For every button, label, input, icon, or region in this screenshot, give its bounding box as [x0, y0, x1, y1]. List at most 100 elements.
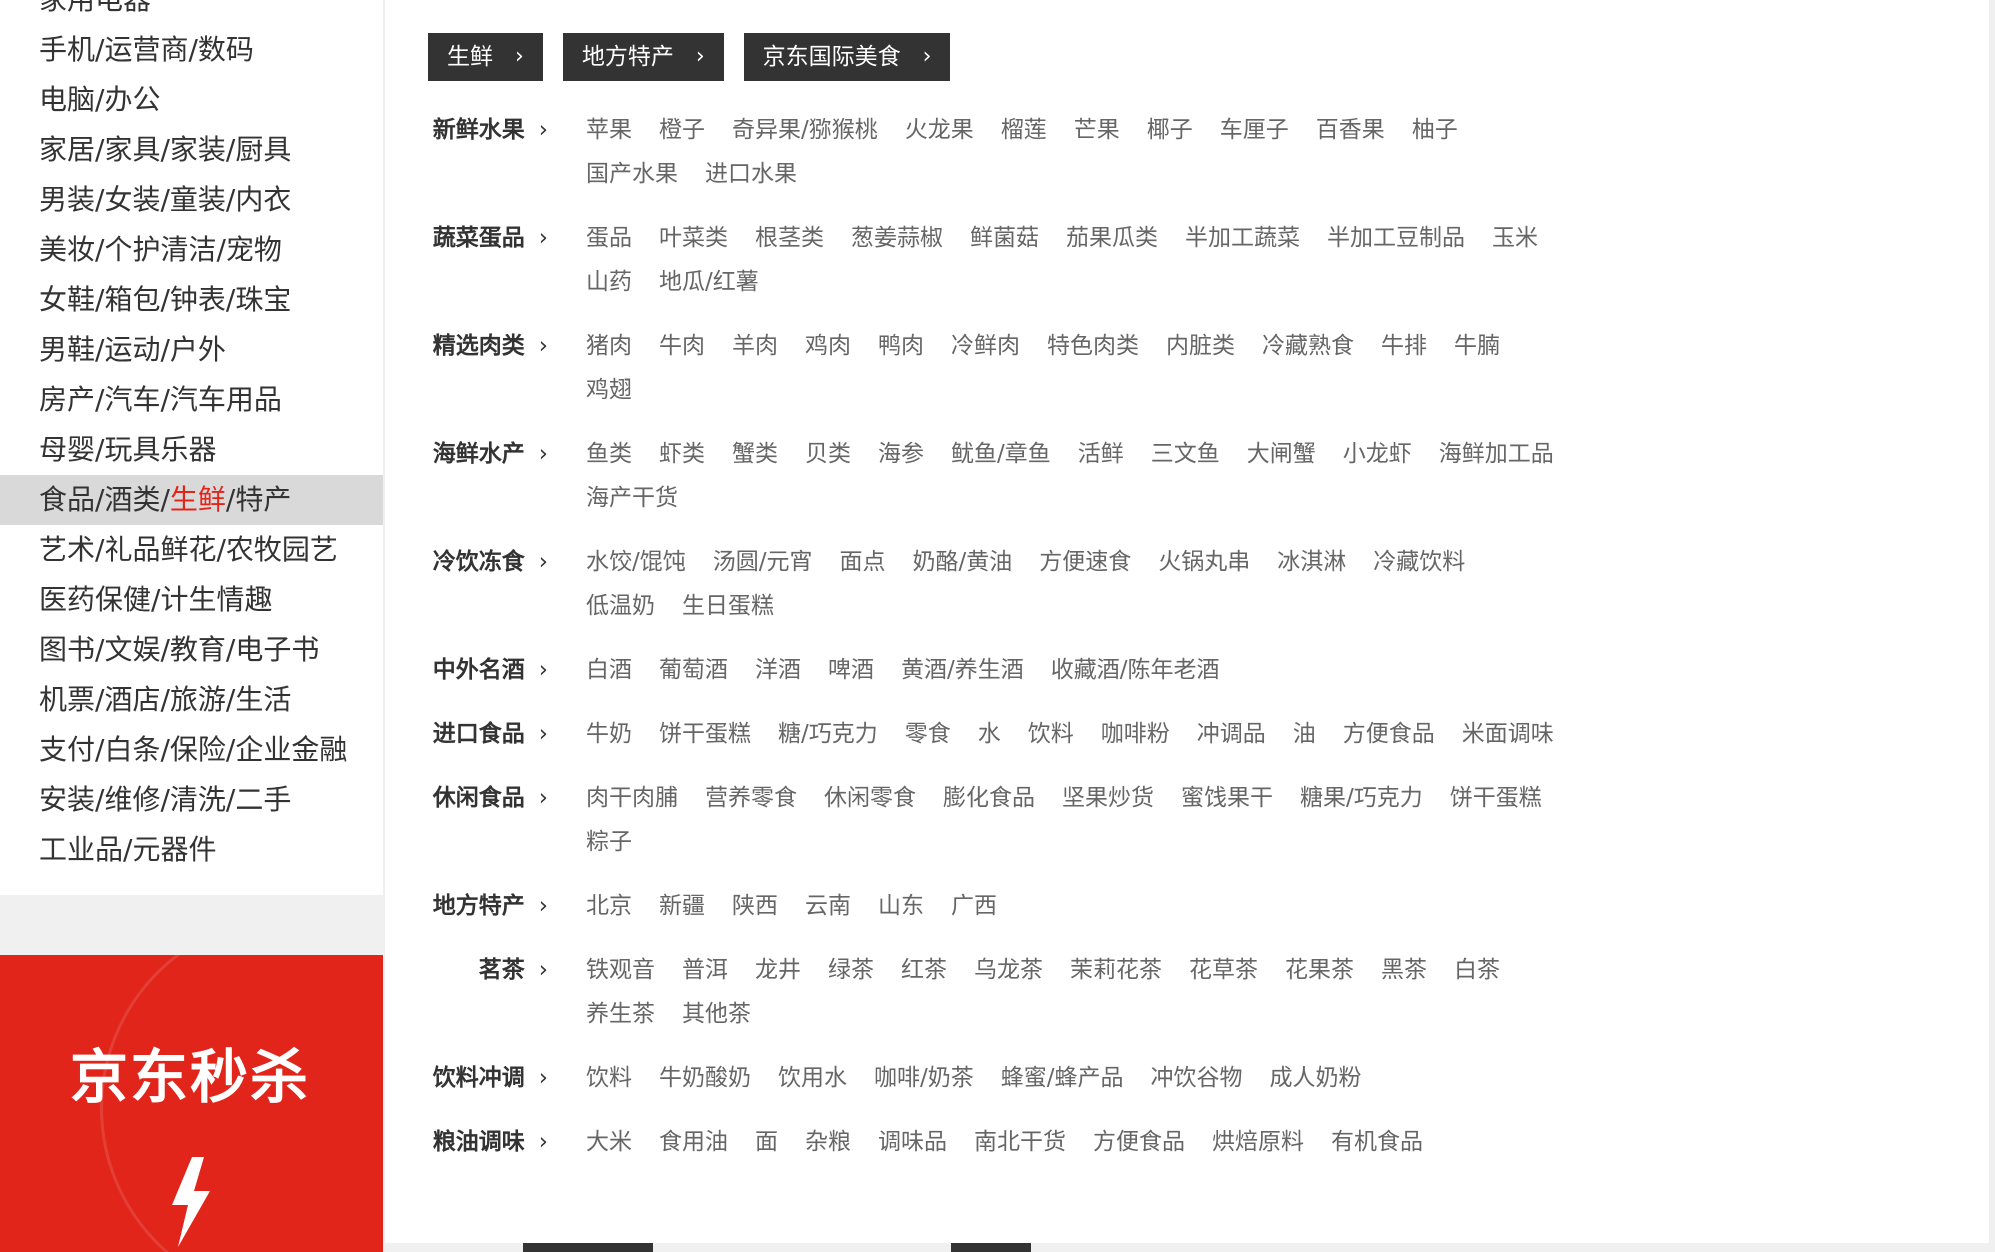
sidebar-item[interactable]: 机票/酒店/旅游/生活: [0, 675, 383, 725]
sidebar-link[interactable]: 二手: [235, 783, 291, 816]
sidebar-item[interactable]: 男装/女装/童装/内衣: [0, 175, 383, 225]
subcategory-link[interactable]: 玉米: [1492, 216, 1538, 260]
subcategory-link[interactable]: 蟹类: [732, 432, 778, 476]
subcategory-link[interactable]: 火龙果: [905, 108, 974, 152]
subcategory-link[interactable]: 啤酒: [828, 648, 874, 692]
subcategory-link[interactable]: 鲜菌菇: [970, 216, 1039, 260]
subcategory-link[interactable]: 收藏酒/陈年老酒: [1051, 648, 1220, 692]
sidebar-link[interactable]: 电子书: [235, 633, 319, 666]
sidebar-link[interactable]: 酒类: [104, 483, 160, 516]
subcategory-link[interactable]: 大米: [586, 1120, 632, 1164]
subcategory-link[interactable]: 鸭肉: [878, 324, 924, 368]
subcategory-link[interactable]: 绿茶: [828, 948, 874, 992]
sidebar-link[interactable]: 家用电器: [39, 0, 151, 16]
subcategory-link[interactable]: 米面调味: [1462, 712, 1554, 756]
subcategory-title[interactable]: 进口食品 ›: [385, 712, 548, 756]
sidebar-item[interactable]: 工业品/元器件: [0, 825, 383, 875]
subcategory-link[interactable]: 冷鲜肉: [951, 324, 1020, 368]
subcategory-link[interactable]: 烘焙原料: [1212, 1120, 1304, 1164]
subcategory-link[interactable]: 叶菜类: [659, 216, 728, 260]
subcategory-link[interactable]: 糖果/巧克力: [1300, 776, 1423, 820]
subcategory-link[interactable]: 乌龙茶: [974, 948, 1043, 992]
subcategory-link[interactable]: 咖啡粉: [1101, 712, 1170, 756]
subcategory-link[interactable]: 陕西: [732, 884, 778, 928]
subcategory-link[interactable]: 蜜饯果干: [1181, 776, 1273, 820]
sidebar-link[interactable]: 生活: [235, 683, 291, 716]
subcategory-link[interactable]: 虾类: [659, 432, 705, 476]
sidebar-link[interactable]: 支付: [39, 733, 95, 766]
subcategory-link[interactable]: 海参: [878, 432, 924, 476]
sidebar-link[interactable]: 礼品鲜花: [104, 533, 216, 566]
subcategory-link[interactable]: 橙子: [659, 108, 705, 152]
sidebar-link[interactable]: 教育: [170, 633, 226, 666]
subcategory-link[interactable]: 北京: [586, 884, 632, 928]
sidebar-link[interactable]: 保险: [170, 733, 226, 766]
sidebar-link[interactable]: 白条: [104, 733, 160, 766]
subcategory-link[interactable]: 牛奶: [586, 712, 632, 756]
subcategory-link[interactable]: 油: [1293, 712, 1316, 756]
subcategory-link[interactable]: 生日蛋糕: [682, 584, 774, 628]
subcategory-link[interactable]: 零食: [905, 712, 951, 756]
subcategory-title[interactable]: 蔬菜蛋品 ›: [385, 216, 548, 304]
sidebar-item[interactable]: 女鞋/箱包/钟表/珠宝: [0, 275, 383, 325]
sidebar-link[interactable]: 男鞋: [39, 333, 95, 366]
sidebar-link[interactable]: 童装: [170, 183, 226, 216]
subcategory-link[interactable]: 白酒: [586, 648, 632, 692]
subcategory-link[interactable]: 牛腩: [1454, 324, 1500, 368]
sidebar-item[interactable]: 母婴/玩具乐器: [0, 425, 383, 475]
subcategory-link[interactable]: 有机食品: [1331, 1120, 1423, 1164]
subcategory-link[interactable]: 内脏类: [1166, 324, 1235, 368]
sidebar-link[interactable]: 艺术: [39, 533, 95, 566]
subcategory-link[interactable]: 黄酒/养生酒: [901, 648, 1024, 692]
subcategory-link[interactable]: 洋酒: [755, 648, 801, 692]
subcategory-link[interactable]: 粽子: [586, 820, 632, 864]
subcategory-link[interactable]: 活鲜: [1078, 432, 1124, 476]
sidebar-link[interactable]: 医药保健: [39, 583, 151, 616]
subcategory-link[interactable]: 杂粮: [805, 1120, 851, 1164]
sidebar-link[interactable]: 酒店: [104, 683, 160, 716]
sidebar-link[interactable]: 运营商: [104, 33, 188, 66]
subcategory-link[interactable]: 山东: [878, 884, 924, 928]
subcategory-link[interactable]: 饮料: [1028, 712, 1074, 756]
subcategory-link[interactable]: 火锅丸串: [1158, 540, 1250, 584]
channel-tab[interactable]: 京东国际美食 ›: [743, 33, 951, 81]
subcategory-link[interactable]: 云南: [805, 884, 851, 928]
subcategory-link[interactable]: 黑茶: [1381, 948, 1427, 992]
subcategory-link[interactable]: 新疆: [659, 884, 705, 928]
subcategory-title[interactable]: 休闲食品 ›: [385, 776, 548, 864]
subcategory-link[interactable]: 地瓜/红薯: [659, 260, 759, 304]
channel-tab[interactable]: 生鲜 ›: [428, 33, 543, 81]
subcategory-link[interactable]: 花草茶: [1189, 948, 1258, 992]
channel-tab[interactable]: 地方特产 ›: [562, 33, 724, 81]
seckill-banner[interactable]: 京东秒杀: [0, 955, 383, 1252]
sidebar-link[interactable]: 运动: [104, 333, 160, 366]
sidebar-item[interactable]: 食品/酒类/生鲜/特产: [0, 475, 383, 525]
subcategory-link[interactable]: 饼干蛋糕: [659, 712, 751, 756]
subcategory-link[interactable]: 特色肉类: [1047, 324, 1139, 368]
sidebar-item[interactable]: 支付/白条/保险/企业金融: [0, 725, 383, 775]
sidebar-link[interactable]: 清洗: [170, 783, 226, 816]
subcategory-link[interactable]: 海鲜加工品: [1439, 432, 1554, 476]
subcategory-link[interactable]: 牛排: [1381, 324, 1427, 368]
subcategory-link[interactable]: 蛋品: [586, 216, 632, 260]
sidebar-item[interactable]: 安装/维修/清洗/二手: [0, 775, 383, 825]
sidebar-link[interactable]: 特产: [235, 483, 291, 516]
subcategory-link[interactable]: 葱姜蒜椒: [851, 216, 943, 260]
subcategory-link[interactable]: 根茎类: [755, 216, 824, 260]
subcategory-link[interactable]: 芒果: [1074, 108, 1120, 152]
subcategory-link[interactable]: 山药: [586, 260, 632, 304]
sidebar-item[interactable]: 艺术/礼品鲜花/农牧园艺: [0, 525, 383, 575]
sidebar-link[interactable]: 美妆: [39, 233, 95, 266]
subcategory-link[interactable]: 奇异果/猕猴桃: [732, 108, 878, 152]
subcategory-link[interactable]: 进口水果: [705, 152, 797, 196]
sidebar-link[interactable]: 厨具: [235, 133, 291, 166]
subcategory-link[interactable]: 调味品: [878, 1120, 947, 1164]
subcategory-link[interactable]: 冲调品: [1197, 712, 1266, 756]
subcategory-link[interactable]: 苹果: [586, 108, 632, 152]
subcategory-link[interactable]: 鱼类: [586, 432, 632, 476]
subcategory-link[interactable]: 三文鱼: [1151, 432, 1220, 476]
subcategory-title[interactable]: 冷饮冻食 ›: [385, 540, 548, 628]
subcategory-title[interactable]: 新鲜水果 ›: [385, 108, 548, 196]
sidebar-link[interactable]: 机票: [39, 683, 95, 716]
sidebar-item[interactable]: 男鞋/运动/户外: [0, 325, 383, 375]
